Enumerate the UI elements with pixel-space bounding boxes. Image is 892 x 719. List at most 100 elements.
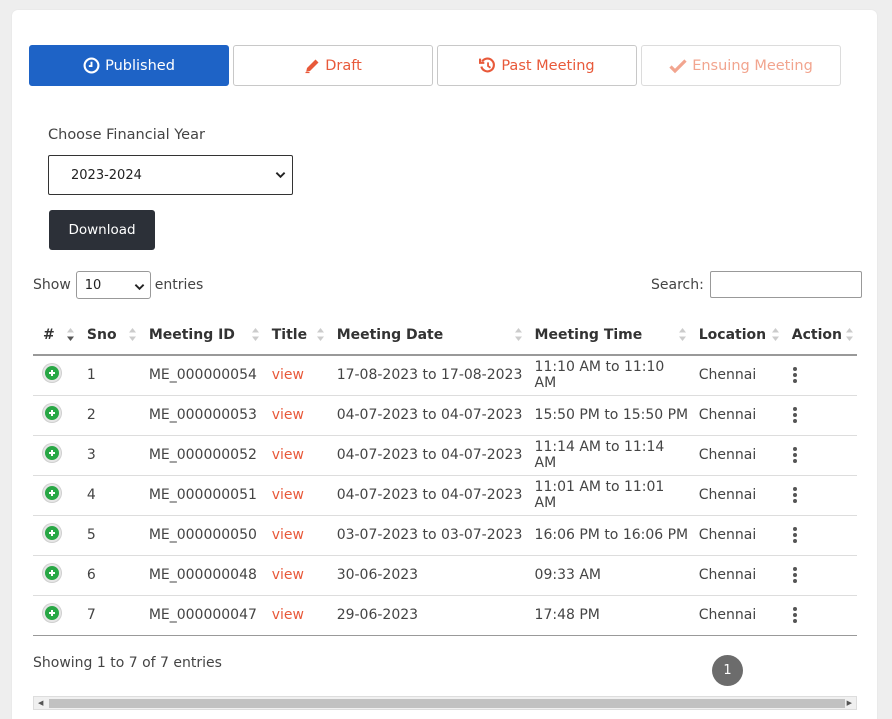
chevron-down-icon [275, 169, 286, 184]
cell-location: Chennai [689, 355, 783, 396]
history-icon [479, 57, 496, 74]
chevron-down-icon [134, 281, 145, 296]
entries-label: entries [154, 277, 204, 293]
meetings-table: # Sno Meeting ID Title Meeting Date Meet… [33, 315, 857, 636]
scroll-right-arrow-icon[interactable]: ▶ [847, 700, 852, 707]
view-link[interactable]: view [272, 527, 304, 543]
clock-icon [83, 57, 100, 74]
search-label: Search: [651, 276, 704, 293]
table-row: 6 ME_000000048 view 30-06-2023 09:33 AM … [33, 555, 857, 596]
cell-meeting-date: 04-07-2023 to 04-07-2023 [327, 395, 526, 436]
download-button[interactable]: Download [49, 210, 155, 250]
column-header-location[interactable]: Location [689, 315, 783, 356]
more-vertical-icon[interactable] [792, 407, 797, 423]
more-vertical-icon[interactable] [792, 607, 797, 623]
expand-row-icon[interactable] [43, 604, 61, 622]
more-vertical-icon[interactable] [792, 487, 797, 503]
tab-ensuing-meeting[interactable]: Ensuing Meeting [641, 45, 841, 86]
table-info: Showing 1 to 7 of 7 entries [33, 655, 222, 671]
cell-meeting-id: ME_000000053 [139, 395, 263, 436]
cell-meeting-id: ME_000000051 [139, 475, 263, 516]
sort-icon [846, 328, 853, 341]
pencil-icon [304, 58, 320, 74]
table-row: 5 ME_000000050 view 03-07-2023 to 03-07-… [33, 515, 857, 556]
cell-meeting-date: 30-06-2023 [327, 555, 526, 596]
more-vertical-icon[interactable] [792, 567, 797, 583]
cell-meeting-time: 17:48 PM [525, 595, 690, 636]
cell-meeting-time: 11:14 AM to 11:14 AM [525, 435, 690, 476]
scroll-left-arrow-icon[interactable]: ◀ [38, 700, 43, 707]
entries-select[interactable]: 10 [75, 271, 151, 299]
scrollbar-thumb[interactable] [49, 699, 845, 708]
sort-icon [251, 328, 259, 341]
view-link[interactable]: view [272, 447, 304, 463]
expand-row-icon[interactable] [43, 444, 61, 462]
cell-meeting-date: 04-07-2023 to 04-07-2023 [327, 435, 526, 476]
cell-location: Chennai [689, 475, 783, 516]
horizontal-scrollbar[interactable]: ◀ ▶ [33, 696, 857, 710]
more-vertical-icon[interactable] [792, 527, 797, 543]
view-link[interactable]: view [272, 487, 304, 503]
cell-meeting-id: ME_000000050 [139, 515, 263, 556]
cell-sno: 5 [77, 515, 140, 556]
view-link[interactable]: view [272, 407, 304, 423]
view-link[interactable]: view [272, 567, 304, 583]
sort-icon [678, 328, 686, 341]
tab-ensuing-meeting-label: Ensuing Meeting [692, 57, 813, 74]
expand-row-icon[interactable] [43, 364, 61, 383]
table-row: 4 ME_000000051 view 04-07-2023 to 04-07-… [33, 475, 857, 516]
sort-icon [771, 328, 779, 341]
cell-meeting-date: 04-07-2023 to 04-07-2023 [327, 475, 526, 516]
sort-icon [66, 328, 74, 341]
cell-meeting-id: ME_000000047 [139, 595, 263, 636]
expand-row-icon[interactable] [43, 524, 61, 542]
sort-icon [128, 328, 136, 341]
sort-icon [316, 328, 324, 341]
financial-year-value: 2023-2024 [71, 167, 142, 183]
meetings-card: Published Draft Past Meeting Ensuing Mee… [12, 10, 877, 719]
cell-meeting-id: ME_000000052 [139, 435, 263, 476]
tab-past-meeting-label: Past Meeting [501, 57, 595, 74]
cell-sno: 2 [77, 395, 140, 436]
expand-row-icon[interactable] [43, 484, 61, 502]
column-header-action[interactable]: Action [782, 315, 857, 356]
page-button-1[interactable]: 1 [712, 655, 743, 686]
cell-sno: 6 [77, 555, 140, 596]
more-vertical-icon[interactable] [792, 367, 797, 384]
show-label: Show [33, 277, 71, 293]
view-link[interactable]: view [272, 367, 304, 383]
expand-row-icon[interactable] [43, 404, 61, 422]
cell-location: Chennai [689, 555, 783, 596]
column-header-index[interactable]: # [33, 315, 78, 356]
sort-icon [514, 328, 522, 341]
cell-meeting-date: 03-07-2023 to 03-07-2023 [327, 515, 526, 556]
tab-past-meeting[interactable]: Past Meeting [437, 45, 637, 86]
cell-meeting-time: 09:33 AM [525, 555, 690, 596]
more-vertical-icon[interactable] [792, 447, 797, 463]
table-row: 1 ME_000000054 view 17-08-2023 to 17-08-… [33, 355, 857, 396]
tab-draft-label: Draft [325, 57, 362, 74]
column-header-meeting-time[interactable]: Meeting Time [525, 315, 690, 356]
column-header-title[interactable]: Title [262, 315, 328, 356]
cell-meeting-date: 17-08-2023 to 17-08-2023 [327, 355, 526, 396]
search-input[interactable] [709, 271, 862, 298]
tab-published[interactable]: Published [29, 45, 229, 86]
tab-draft[interactable]: Draft [233, 45, 433, 86]
cell-sno: 1 [77, 355, 140, 396]
view-link[interactable]: view [272, 607, 304, 623]
cell-meeting-time: 15:50 PM to 15:50 PM [525, 395, 690, 436]
expand-row-icon[interactable] [43, 564, 61, 582]
column-header-sno[interactable]: Sno [77, 315, 140, 356]
cell-location: Chennai [689, 515, 783, 556]
search-area: Search: [651, 271, 862, 298]
cell-sno: 3 [77, 435, 140, 476]
financial-year-select[interactable]: 2023-2024 [48, 155, 293, 195]
cell-meeting-time: 16:06 PM to 16:06 PM [525, 515, 690, 556]
table-header-row: # Sno Meeting ID Title Meeting Date Meet… [33, 315, 857, 356]
column-header-meeting-id[interactable]: Meeting ID [139, 315, 263, 356]
financial-year-label: Choose Financial Year [48, 127, 205, 143]
cell-sno: 4 [77, 475, 140, 516]
table-row: 3 ME_000000052 view 04-07-2023 to 04-07-… [33, 435, 857, 476]
column-header-meeting-date[interactable]: Meeting Date [327, 315, 526, 356]
cell-meeting-time: 11:01 AM to 11:01 AM [525, 475, 690, 516]
